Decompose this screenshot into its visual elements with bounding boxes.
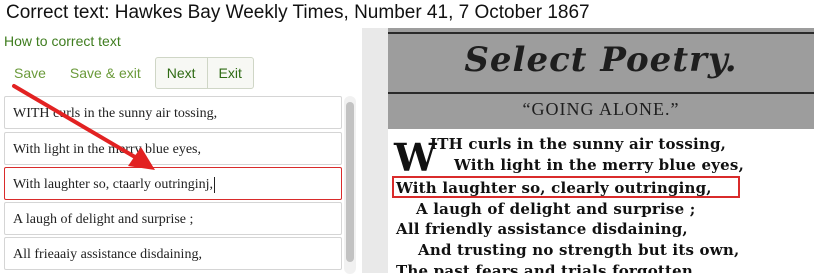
line-input-5[interactable]: All frieaaiy assistance disdaining, <box>4 237 342 270</box>
scan-line: The past fears and trials forgotten, <box>396 262 699 273</box>
save-exit-button[interactable]: Save & exit <box>58 57 153 89</box>
how-to-correct-link[interactable]: How to correct text <box>4 33 121 49</box>
scan-subhead: “GOING ALONE.” <box>522 99 680 119</box>
scan-line: And trusting no strength but its own, <box>418 241 740 259</box>
scan-line: A laugh of delight and surprise ; <box>416 200 696 218</box>
scan-line: ITH curls in the sunny air tossing, <box>430 135 727 153</box>
page-title: Correct text: Hawkes Bay Weekly Times, N… <box>6 2 590 23</box>
scan-banner: Select Poetry. <box>464 40 738 80</box>
correction-panel: How to correct text Save Save & exit Nex… <box>0 28 360 274</box>
line-text: With laughter so, ctaarly outringinj, <box>13 177 214 192</box>
save-button[interactable]: Save <box>2 57 58 89</box>
line-text: With light in the merry blue eyes, <box>13 142 202 157</box>
scrollbar-thumb[interactable] <box>346 102 354 262</box>
line-input-1[interactable]: WITH curls in the sunny air tossing, <box>4 96 342 129</box>
line-text: A laugh of delight and surprise ; <box>13 212 194 227</box>
rule-line <box>388 92 814 94</box>
scan-line: All friendly assistance disdaining, <box>396 220 688 238</box>
scan-text-area: W ITH curls in the sunny air tossing, Wi… <box>388 129 814 273</box>
line-text: All frieaaiy assistance disdaining, <box>13 247 202 262</box>
exit-button[interactable]: Exit <box>206 58 253 88</box>
current-line-highlight <box>392 176 740 198</box>
scan-header-area: Select Poetry. “GOING ALONE.” <box>388 28 814 129</box>
rule-line <box>388 32 814 34</box>
toolbar: Save Save & exit Next Exit <box>2 57 254 89</box>
line-input-4[interactable]: A laugh of delight and surprise ; <box>4 202 342 235</box>
scan-line: With light in the merry blue eyes, <box>454 156 744 174</box>
line-input-2[interactable]: With light in the merry blue eyes, <box>4 132 342 165</box>
text-caret <box>214 176 216 193</box>
nav-button-group: Next Exit <box>154 57 254 89</box>
line-list-scrollbar[interactable] <box>344 96 356 274</box>
newspaper-scan-panel: Select Poetry. “GOING ALONE.” W ITH curl… <box>362 28 814 273</box>
next-button[interactable]: Next <box>156 58 207 88</box>
line-input-3-active[interactable]: With laughter so, ctaarly outringinj, <box>4 167 342 200</box>
line-text: WITH curls in the sunny air tossing, <box>13 106 218 121</box>
